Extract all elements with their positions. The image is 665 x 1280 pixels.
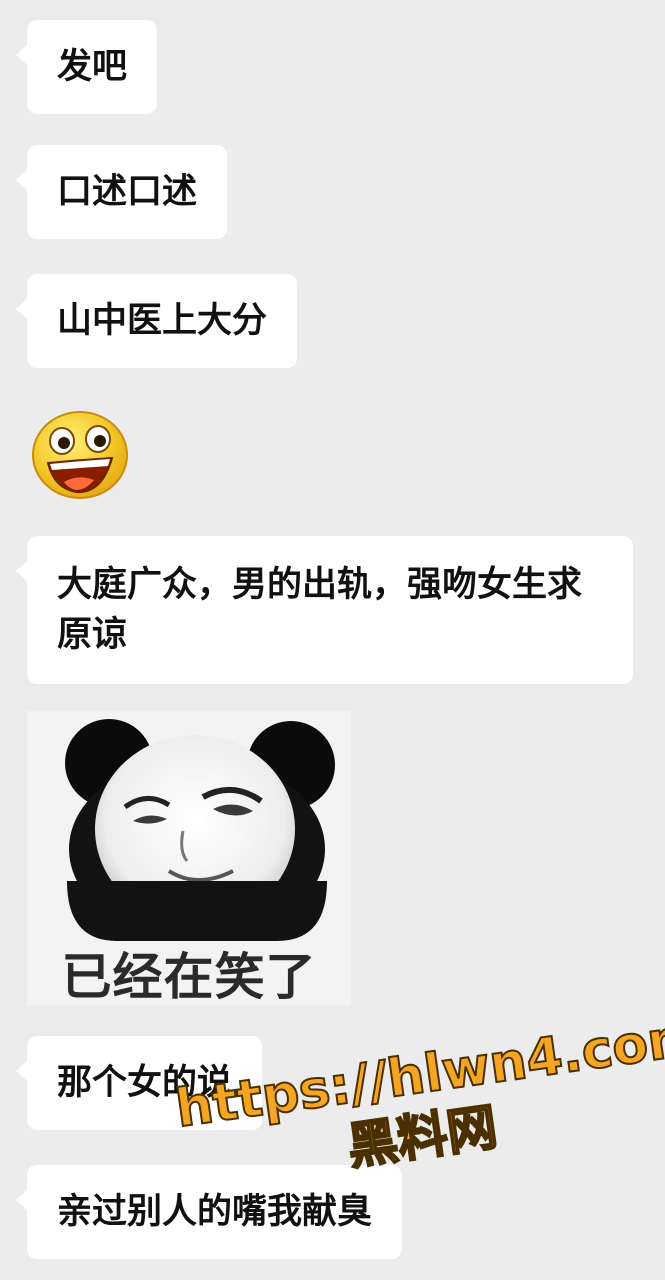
message-text: 山中医上大分 — [57, 301, 268, 341]
grinning-face-icon — [32, 411, 128, 499]
sticker-caption: 已经在笑了 — [61, 948, 317, 1006]
message-bubble[interactable]: 口述口述 — [15, 145, 228, 239]
chat-log: 发吧 口述口述 山中医上大分 大庭广众，男的出轨，强吻女生求原谅 已经在笑了 那… — [0, 0, 665, 1280]
message-bubble[interactable]: 大庭广众，男的出轨，强吻女生求原谅 — [16, 536, 633, 684]
message-bubble[interactable]: 山中医上大分 — [15, 274, 298, 368]
grinning-face-emoji[interactable] — [30, 408, 130, 500]
panda-face-image — [27, 711, 351, 941]
message-text: 发吧 — [57, 47, 128, 87]
message-bubble[interactable]: 发吧 — [15, 20, 158, 114]
message-text: 口述口述 — [57, 172, 198, 212]
message-text: 大庭广众，男的出轨，强吻女生求原谅 — [57, 565, 583, 655]
panda-face-sticker[interactable]: 已经在笑了 — [27, 711, 351, 1006]
